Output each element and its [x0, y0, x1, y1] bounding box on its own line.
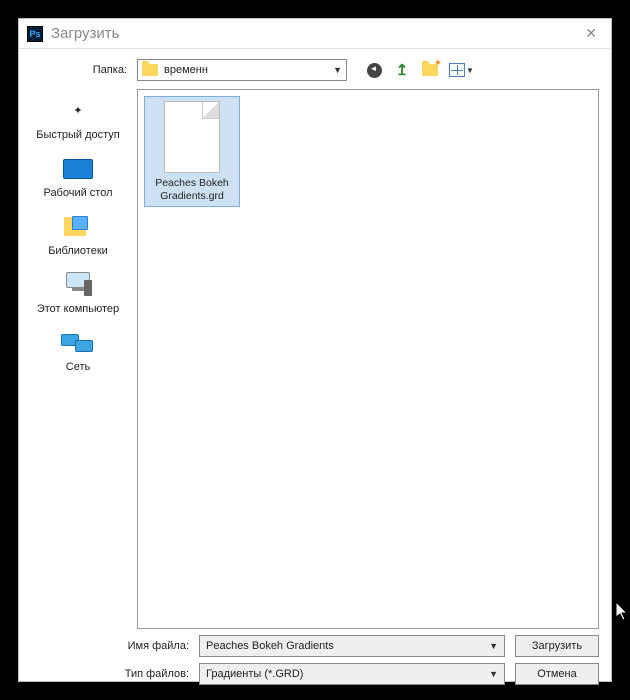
sidebar-item-label: Рабочий стол — [43, 187, 112, 199]
libraries-icon — [61, 213, 95, 241]
sparkle-icon: ✦ — [434, 58, 442, 69]
cursor-icon — [616, 602, 630, 627]
load-button[interactable]: Загрузить — [515, 635, 599, 657]
sidebar-item-this-pc[interactable]: Этот компьютер — [37, 271, 119, 315]
sidebar-item-network[interactable]: Сеть — [61, 329, 95, 373]
computer-icon — [61, 271, 95, 299]
filetype-value: Градиенты (*.GRD) — [206, 668, 489, 680]
desktop-icon — [61, 155, 95, 183]
chevron-down-icon: ▼ — [489, 641, 498, 651]
folder-row: Папка: временн ▼ ↥ ✦ ▼ — [19, 49, 611, 89]
photoshop-app-icon: Ps — [27, 26, 43, 42]
folder-current-name: временн — [164, 64, 327, 76]
filetype-combobox[interactable]: Градиенты (*.GRD) ▼ — [199, 663, 505, 685]
arrow-up-icon: ↥ — [396, 61, 409, 79]
grid-icon — [449, 63, 465, 77]
file-item-label: Peaches Bokeh Gradients.grd — [149, 177, 235, 202]
close-icon[interactable]: ✕ — [579, 23, 603, 44]
filename-combobox[interactable]: Peaches Bokeh Gradients ▼ — [199, 635, 505, 657]
body-area: ✦ Быстрый доступ Рабочий стол Библиотеки… — [19, 89, 611, 629]
chevron-down-icon: ▼ — [333, 65, 342, 75]
places-sidebar: ✦ Быстрый доступ Рабочий стол Библиотеки… — [19, 89, 137, 629]
cancel-button[interactable]: Отмена — [515, 663, 599, 685]
create-folder-button[interactable]: ✦ — [421, 61, 439, 79]
sidebar-item-quick-access[interactable]: ✦ Быстрый доступ — [36, 97, 120, 141]
star-icon: ✦ — [61, 97, 95, 125]
sidebar-item-desktop[interactable]: Рабочий стол — [43, 155, 112, 199]
chevron-down-icon: ▼ — [489, 669, 498, 679]
folder-toolbar: ↥ ✦ ▼ — [365, 61, 474, 79]
folder-combobox[interactable]: временн ▼ — [137, 59, 347, 81]
filename-label: Имя файла: — [19, 640, 189, 652]
back-button[interactable] — [365, 61, 383, 79]
file-list-area[interactable]: Peaches Bokeh Gradients.grd — [137, 89, 599, 629]
sidebar-item-label: Этот компьютер — [37, 303, 119, 315]
sidebar-item-label: Сеть — [66, 361, 90, 373]
window-title: Загрузить — [51, 25, 571, 42]
bottom-controls: Имя файла: Peaches Bokeh Gradients ▼ Заг… — [19, 629, 611, 685]
back-icon — [367, 63, 382, 78]
view-menu-button[interactable]: ▼ — [449, 61, 474, 79]
file-document-icon — [164, 101, 220, 173]
folder-label: Папка: — [29, 64, 127, 76]
chevron-down-icon: ▼ — [466, 66, 474, 75]
up-one-level-button[interactable]: ↥ — [393, 61, 411, 79]
folder-icon — [142, 64, 158, 76]
file-item[interactable]: Peaches Bokeh Gradients.grd — [144, 96, 240, 207]
filetype-label: Тип файлов: — [19, 668, 189, 680]
network-icon — [61, 329, 95, 357]
titlebar: Ps Загрузить ✕ — [19, 19, 611, 49]
filename-value: Peaches Bokeh Gradients — [206, 640, 489, 652]
sidebar-item-label: Быстрый доступ — [36, 129, 120, 141]
sidebar-item-libraries[interactable]: Библиотеки — [48, 213, 108, 257]
open-dialog: Ps Загрузить ✕ Папка: временн ▼ ↥ ✦ ▼ ✦ … — [18, 18, 612, 682]
sidebar-item-label: Библиотеки — [48, 245, 108, 257]
